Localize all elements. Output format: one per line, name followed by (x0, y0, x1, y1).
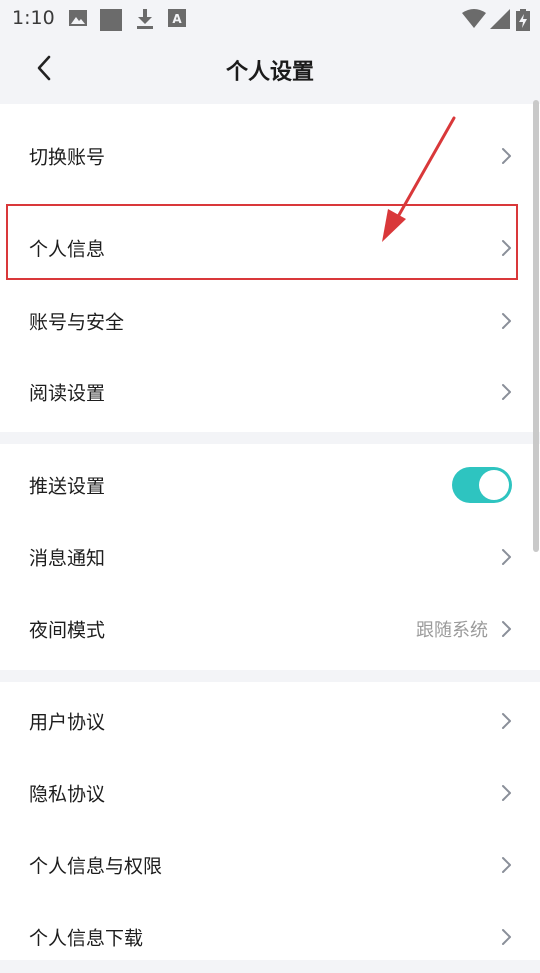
annotation-arrow-icon (382, 116, 456, 242)
